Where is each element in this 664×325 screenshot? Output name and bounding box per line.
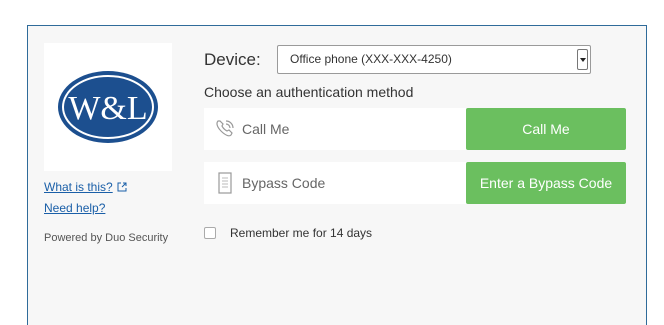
- what-is-this-label: What is this?: [44, 180, 113, 194]
- auth-method-prompt: Choose an authentication method: [204, 84, 414, 100]
- remember-me-checkbox[interactable]: [204, 227, 216, 239]
- method-row-bypass-code: Bypass Code Enter a Bypass Code: [204, 162, 626, 204]
- duo-auth-frame: W&L What is this? Need help? Powered by …: [27, 25, 647, 325]
- method-row-call-me: Call Me Call Me: [204, 108, 626, 150]
- need-help-link[interactable]: Need help?: [44, 201, 105, 215]
- enter-bypass-code-button[interactable]: Enter a Bypass Code: [466, 162, 626, 204]
- method-label-call-me: Call Me: [242, 121, 290, 137]
- device-select[interactable]: Office phone (XXX-XXX-4250): [277, 45, 591, 74]
- call-me-button[interactable]: Call Me: [466, 108, 626, 150]
- device-selected-value: Office phone (XXX-XXX-4250): [290, 52, 452, 66]
- svg-text:W&L: W&L: [68, 90, 147, 127]
- dropdown-arrow-icon: [577, 49, 588, 70]
- bypass-code-icon: [214, 172, 236, 199]
- wl-logo-icon: W&L: [58, 71, 158, 143]
- remember-me-option[interactable]: Remember me for 14 days: [204, 226, 372, 240]
- external-link-icon: [117, 181, 127, 195]
- device-label: Device:: [204, 50, 261, 69]
- institution-logo: W&L: [44, 43, 172, 171]
- remember-me-label: Remember me for 14 days: [230, 226, 373, 240]
- method-label-bypass-code: Bypass Code: [242, 175, 326, 191]
- what-is-this-link[interactable]: What is this?: [44, 180, 127, 195]
- powered-by-text: Powered by Duo Security: [44, 232, 169, 244]
- phone-icon: [214, 118, 236, 145]
